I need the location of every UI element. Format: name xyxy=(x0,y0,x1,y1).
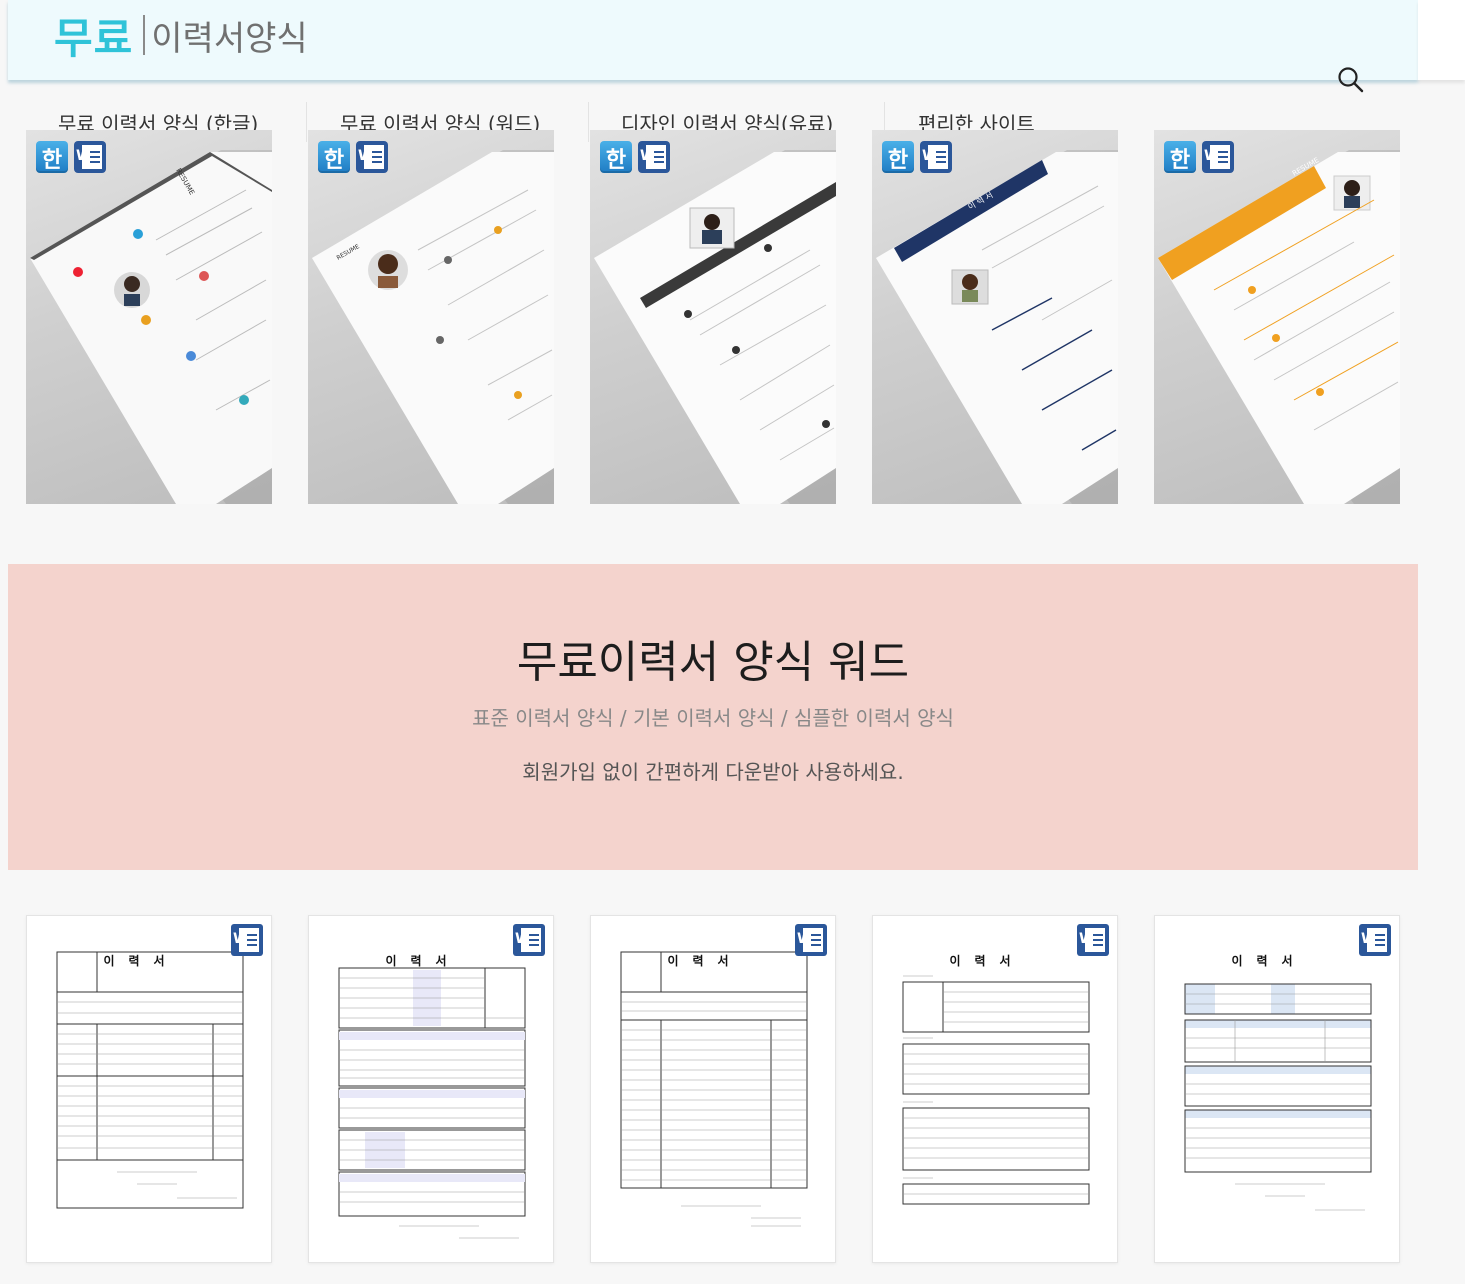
document-preview xyxy=(1184,983,1372,1211)
logo-divider xyxy=(143,15,146,55)
word-icon[interactable]: W xyxy=(1077,924,1109,956)
design-resume-card-1[interactable]: RESUME 한 W xyxy=(26,130,272,504)
document-preview xyxy=(338,967,526,1239)
word-icon[interactable]: W xyxy=(513,924,545,956)
resume-preview-image: RESUME xyxy=(1158,150,1400,504)
site-header: 무료 이력서양식 xyxy=(8,0,1418,80)
word-icon[interactable]: W xyxy=(356,141,388,173)
word-resume-card-5[interactable]: 이력서 W xyxy=(1154,915,1400,1263)
word-resume-card-3[interactable]: 이력서 W xyxy=(590,915,836,1263)
hwp-icon[interactable]: 한 xyxy=(882,141,914,173)
banner-description: 회원가입 없이 간편하게 다운받아 사용하세요. xyxy=(522,760,904,784)
word-icon[interactable]: W xyxy=(1359,924,1391,956)
hwp-icon[interactable]: 한 xyxy=(600,141,632,173)
hwp-icon[interactable]: 한 xyxy=(1164,141,1196,173)
hero-banner: 무료이력서 양식 워드 표준 이력서 양식 / 기본 이력서 양식 / 심플한 … xyxy=(8,564,1418,870)
word-icon[interactable]: W xyxy=(795,924,827,956)
site-logo[interactable]: 무료 이력서양식 xyxy=(54,8,308,63)
logo-main-text: 무료 xyxy=(54,13,134,63)
search-icon[interactable] xyxy=(1337,66,1365,94)
resume-preview-image: 이 력 서 xyxy=(876,150,1118,504)
word-icon[interactable]: W xyxy=(1202,141,1234,173)
header-right-area xyxy=(1418,0,1465,80)
design-resume-card-4[interactable]: 이 력 서 한 W xyxy=(872,130,1118,504)
hwp-icon[interactable]: 한 xyxy=(36,141,68,173)
resume-preview-image: RESUME xyxy=(312,150,554,504)
logo-sub-text: 이력서양식 xyxy=(151,18,308,59)
banner-title: 무료이력서 양식 워드 xyxy=(516,637,910,688)
document-preview xyxy=(620,951,808,1227)
design-resume-card-5[interactable]: RESUME 한 W xyxy=(1154,130,1400,504)
word-resume-card-4[interactable]: 이력서 W xyxy=(872,915,1118,1263)
nav-divider xyxy=(306,102,307,142)
hwp-icon[interactable]: 한 xyxy=(318,141,350,173)
word-icon[interactable]: W xyxy=(74,141,106,173)
word-resume-card-1[interactable]: 이력서 W xyxy=(26,915,272,1263)
design-resume-card-2[interactable]: RESUME 한 W xyxy=(308,130,554,504)
banner-subtitle: 표준 이력서 양식 / 기본 이력서 양식 / 심플한 이력서 양식 xyxy=(472,706,954,730)
nav-divider xyxy=(588,102,589,142)
document-preview xyxy=(56,951,244,1209)
word-icon[interactable]: W xyxy=(920,141,952,173)
design-resume-card-3[interactable]: 한 W xyxy=(590,130,836,504)
word-icon[interactable]: W xyxy=(231,924,263,956)
document-preview xyxy=(902,975,1090,1205)
resume-preview-image: RESUME xyxy=(30,150,272,504)
resume-preview-image xyxy=(594,150,836,504)
word-resume-card-2[interactable]: 이력서 W xyxy=(308,915,554,1263)
word-icon[interactable]: W xyxy=(638,141,670,173)
